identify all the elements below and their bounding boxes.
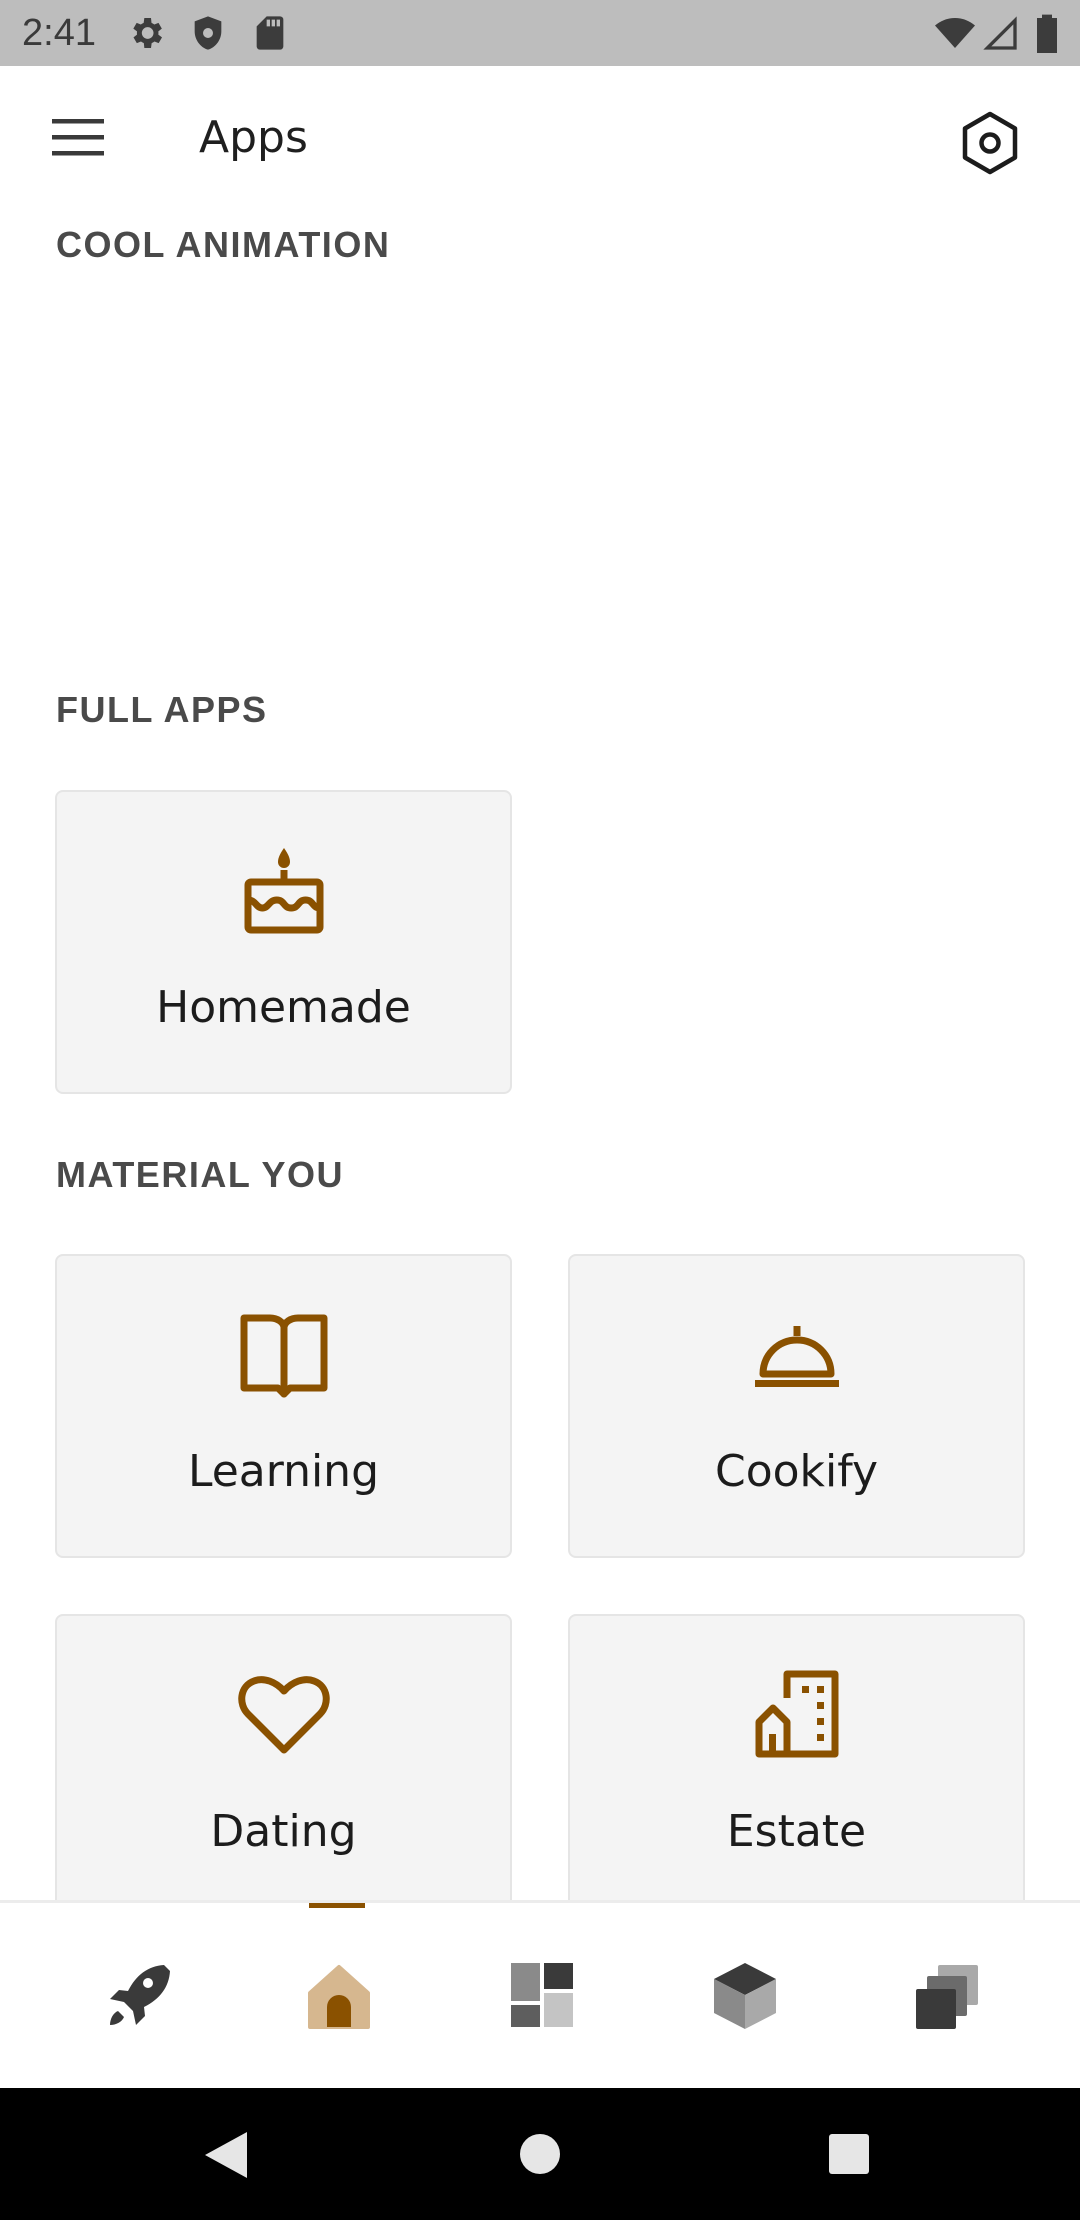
home-circle-icon[interactable] [518,2132,562,2176]
app-card-learning[interactable]: Learning [55,1254,512,1558]
hexagon-settings-icon [962,111,1018,175]
cool-animation-area [56,280,1024,660]
recents-square-icon[interactable] [828,2133,870,2175]
wifi-icon [935,18,975,48]
app-card-label: Homemade [156,982,411,1033]
app-card-label: Cookify [714,1446,879,1497]
app-card-dating[interactable]: Dating [55,1614,512,1918]
layers-icon [916,1965,978,2029]
bottom-navigation-bar [0,1900,1080,2088]
gear-icon [133,18,162,48]
app-card-label: Dating [210,1806,357,1857]
signal-icon [983,16,1017,50]
page-title: Apps [199,112,308,163]
nav-tab-layers[interactable] [866,1903,1026,2091]
rocket-icon [110,1965,170,2025]
dashboard-icon [511,1963,573,2027]
back-icon[interactable] [203,2130,249,2180]
nav-tab-dashboard[interactable] [461,1903,621,2091]
home-icon [308,1965,370,2029]
cake-icon [244,848,323,934]
app-card-homemade[interactable]: Homemade [55,790,512,1094]
shield-icon [194,16,222,50]
status-bar: 2:41 [0,0,1080,66]
section-header-cool-animation: COOL ANIMATION [56,224,391,265]
settings-button[interactable] [955,108,1025,178]
nav-tab-rocket[interactable] [56,1903,216,2091]
nav-tab-cube[interactable] [664,1903,824,2091]
heart-icon [237,1676,330,1754]
section-header-full-apps: FULL APPS [56,689,268,730]
book-icon [240,1314,327,1398]
app-card-cookify[interactable]: Cookify [568,1254,1025,1558]
section-header-material-you: MATERIAL YOU [56,1154,345,1195]
hamburger-menu-icon [52,119,104,156]
app-card-label: Estate [726,1806,867,1857]
top-app-bar: Apps [0,66,1080,220]
app-card-label: Learning [187,1446,380,1497]
app-card-estate[interactable]: Estate [568,1614,1025,1918]
building-icon [755,1670,838,1758]
status-time: 2:41 [22,12,96,54]
sd-card-icon [256,16,284,50]
cloche-icon [754,1326,839,1387]
battery-icon [1037,14,1057,53]
navigation-menu-button[interactable] [40,113,114,163]
cube-icon [714,1963,776,2029]
nav-tab-home[interactable] [258,1903,418,2091]
system-navigation-bar [0,2088,1080,2220]
